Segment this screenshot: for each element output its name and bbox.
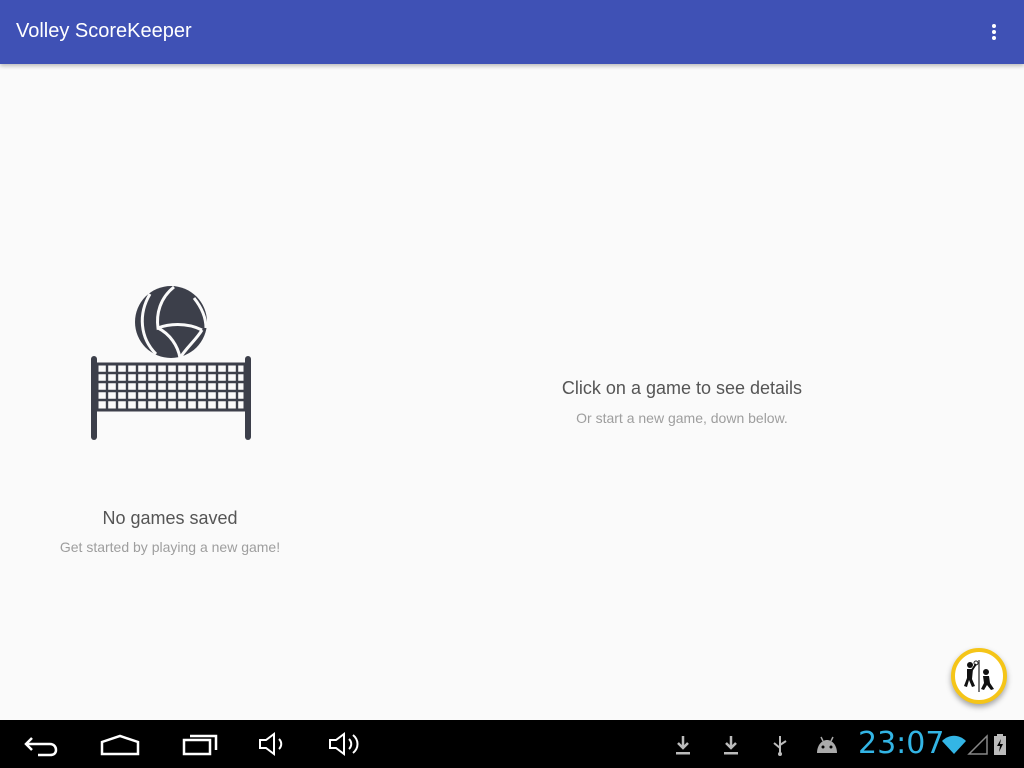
recent-apps-icon[interactable]: [182, 728, 220, 760]
back-icon[interactable]: [22, 728, 60, 760]
volleyball-icon: [135, 285, 208, 359]
volleyball-players-icon: [964, 660, 994, 692]
empty-state-subtitle: Get started by playing a new game!: [59, 539, 281, 555]
status-clock: 23:07: [858, 726, 945, 761]
games-list-panel: No games saved Get started by playing a …: [0, 64, 340, 720]
app-title: Volley ScoreKeeper: [16, 20, 192, 42]
volleyball-net-illustration: [91, 285, 251, 440]
download-icon: [676, 736, 690, 755]
overflow-menu-button[interactable]: [980, 18, 1008, 46]
volume-down-icon[interactable]: [258, 728, 290, 760]
usb-icon: [773, 736, 787, 756]
details-placeholder-title: Click on a game to see details: [561, 378, 803, 398]
main-content: No games saved Get started by playing a …: [0, 64, 1024, 720]
new-game-fab[interactable]: [951, 648, 1007, 704]
android-debug-icon: [817, 736, 837, 753]
home-icon[interactable]: [100, 728, 140, 760]
details-placeholder-subtitle: Or start a new game, down below.: [576, 410, 788, 426]
wifi-icon: [942, 735, 966, 754]
battery-charging-icon: [994, 734, 1006, 755]
volume-up-icon[interactable]: [328, 728, 364, 760]
download-icon: [724, 736, 738, 755]
empty-state-title: No games saved: [102, 508, 238, 528]
signal-icon: [967, 734, 988, 755]
app-bar: Volley ScoreKeeper: [0, 0, 1024, 64]
